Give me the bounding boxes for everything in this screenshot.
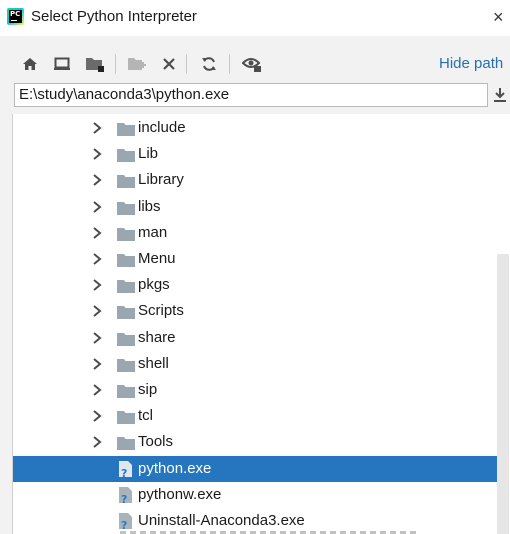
tree-folder-item[interactable]: tcl <box>13 403 497 429</box>
download-icon[interactable] <box>490 85 510 105</box>
folder-icon <box>117 122 135 136</box>
folder-icon <box>117 174 135 189</box>
chevron-right-icon[interactable] <box>91 200 103 214</box>
tree-item-label: tcl <box>138 407 153 425</box>
hide-path-link[interactable]: Hide path <box>439 55 503 72</box>
chevron-right-icon[interactable] <box>91 147 103 161</box>
tree-item-label: libs <box>138 197 161 215</box>
folder-icon <box>117 358 135 372</box>
delete-icon[interactable] <box>157 52 181 76</box>
tree-item-label: Uninstall-Anaconda3.exe <box>138 512 305 529</box>
new-folder-icon[interactable] <box>125 52 149 76</box>
folder-icon <box>117 279 135 294</box>
chevron-right-icon[interactable] <box>91 226 103 240</box>
unknown-file-icon: ? <box>118 486 134 506</box>
tree-item-label: shell <box>138 354 169 372</box>
path-input[interactable]: E:\study\anaconda3\python.exe <box>14 83 488 107</box>
tree-folder-item[interactable]: Library <box>13 167 497 193</box>
tree-item-label: Scripts <box>138 302 184 320</box>
tree-item-label: python.exe <box>138 459 212 477</box>
folder-icon <box>117 436 135 451</box>
chevron-right-icon[interactable] <box>91 304 103 318</box>
tree-folder-item[interactable]: pkgs <box>13 272 497 298</box>
toolbar <box>0 48 510 80</box>
close-icon[interactable]: × <box>493 7 510 27</box>
folder-icon <box>117 384 135 398</box>
svg-text:?: ? <box>121 467 127 479</box>
tree-folder-item[interactable]: man <box>13 220 497 246</box>
tree-file-item[interactable]: ? python.exe <box>13 455 497 482</box>
tree-folder-item[interactable]: Lib <box>13 141 497 167</box>
tree-folder-item[interactable]: libs <box>13 194 497 220</box>
tree-folder-item[interactable]: include <box>13 115 497 141</box>
tree-folder-item[interactable]: Menu <box>13 246 497 272</box>
folder-icon <box>117 332 135 346</box>
unknown-file-icon: ? <box>118 512 134 532</box>
chevron-right-icon[interactable] <box>91 409 103 423</box>
chevron-right-icon[interactable] <box>91 357 103 371</box>
tree-folder-item[interactable]: Scripts <box>13 298 497 324</box>
vertical-scrollbar[interactable] <box>497 254 509 534</box>
tree-item-label: pkgs <box>138 276 170 294</box>
desktop-icon[interactable] <box>50 52 74 76</box>
tree-item-label: man <box>138 223 168 241</box>
chevron-right-icon[interactable] <box>91 331 103 345</box>
tree-folder-item[interactable]: share <box>13 325 497 351</box>
tree-file-item[interactable]: ? pythonw.exe <box>13 482 497 508</box>
tree-folder-item[interactable]: shell <box>13 351 497 377</box>
pycharm-icon: PC <box>7 8 24 25</box>
folder-icon <box>117 253 135 267</box>
tree-item-label: sip <box>138 381 158 398</box>
tree-item-label: Tools <box>138 433 174 451</box>
svg-text:?: ? <box>121 519 127 531</box>
file-tree[interactable]: include Lib Library libs man Menu pkgs Scripts s… <box>12 114 510 534</box>
chevron-right-icon[interactable] <box>91 121 103 135</box>
refresh-icon[interactable] <box>197 52 221 76</box>
tree-item-label: Library <box>138 171 184 189</box>
folder-icon <box>117 305 135 320</box>
title-bar: PC Select Python Interpreter × <box>0 0 510 36</box>
toolbar-separator <box>186 54 187 74</box>
tree-item-label: pythonw.exe <box>138 485 222 503</box>
tree-item-label: share <box>138 328 176 346</box>
show-hidden-icon[interactable] <box>240 52 264 76</box>
tree-folder-item[interactable]: Tools <box>13 429 497 455</box>
chevron-right-icon[interactable] <box>91 278 103 292</box>
folder-icon <box>117 148 135 163</box>
tree-item-label: Menu <box>138 250 176 267</box>
tree-item-label: include <box>138 119 186 136</box>
chevron-right-icon[interactable] <box>91 252 103 266</box>
folder-icon <box>117 201 135 215</box>
chevron-right-icon[interactable] <box>91 435 103 449</box>
folder-icon <box>117 410 135 425</box>
toolbar-separator <box>115 54 116 74</box>
window-title: Select Python Interpreter <box>31 8 197 25</box>
unknown-file-icon: ? <box>118 460 134 480</box>
chevron-right-icon[interactable] <box>91 173 103 187</box>
home-icon[interactable] <box>18 52 42 76</box>
chevron-right-icon[interactable] <box>91 383 103 397</box>
toolbar-separator <box>229 54 230 74</box>
svg-text:?: ? <box>121 493 127 505</box>
project-folder-icon[interactable] <box>83 52 107 76</box>
tree-folder-item[interactable]: sip <box>13 377 497 403</box>
tree-item-label: Lib <box>138 145 159 163</box>
folder-icon <box>117 227 135 241</box>
